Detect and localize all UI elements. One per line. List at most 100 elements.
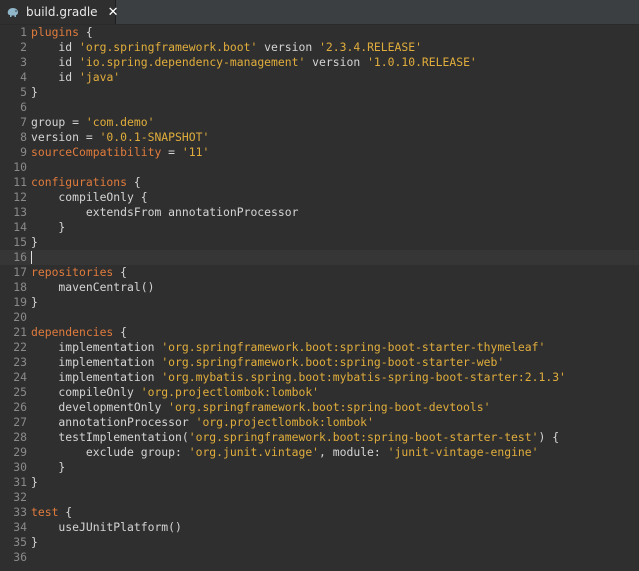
line-number: 15	[13, 235, 27, 249]
string-token: 'org.springframework.boot'	[79, 40, 258, 54]
line-number: 1	[20, 25, 27, 39]
code-line[interactable]: 28 testImplementation('org.springframewo…	[0, 430, 639, 445]
line-number: 14	[13, 220, 27, 234]
code-line[interactable]: 32	[0, 490, 639, 505]
keyword-token: dependencies	[31, 325, 114, 339]
line-number: 33	[13, 505, 27, 519]
code-text: version = '0.0.1-SNAPSHOT'	[31, 130, 209, 144]
code-line[interactable]: 10	[0, 160, 639, 175]
code-text: testImplementation('org.springframework.…	[31, 430, 559, 444]
code-token: id	[31, 55, 80, 69]
string-token: 'org.springframework.boot:spring-boot-st…	[161, 340, 546, 354]
line-number: 2	[20, 40, 27, 54]
string-token: 'java'	[79, 70, 121, 84]
code-token: {	[79, 25, 93, 39]
code-token: =	[161, 145, 182, 159]
line-number: 20	[13, 310, 27, 324]
code-token: {	[58, 505, 73, 519]
code-text: compileOnly {	[31, 190, 148, 204]
line-number: 13	[13, 205, 27, 219]
code-token: }	[31, 475, 38, 489]
code-line[interactable]: 29 exclude group: 'org.junit.vintage', m…	[0, 445, 639, 460]
code-line[interactable]: 30 }	[0, 460, 639, 475]
line-number: 10	[13, 160, 27, 174]
keyword-token: repositories	[31, 265, 114, 279]
string-token: 'org.springframework.boot:spring-boot-de…	[168, 400, 491, 414]
close-icon[interactable]: ✕	[108, 5, 119, 20]
code-token: id	[31, 40, 80, 54]
code-text: implementation 'org.springframework.boot…	[31, 355, 504, 369]
code-line[interactable]: 21 dependencies {	[0, 325, 639, 340]
code-line[interactable]: 27 annotationProcessor 'org.projectlombo…	[0, 415, 639, 430]
code-line[interactable]: 15}	[0, 235, 639, 250]
code-text: }	[31, 475, 38, 489]
code-token: }	[31, 235, 38, 249]
code-token: }	[31, 85, 38, 99]
code-line[interactable]: 25 compileOnly 'org.projectlombok:lombok…	[0, 385, 639, 400]
code-token: compileOnly {	[31, 190, 148, 204]
code-line[interactable]: 19}	[0, 295, 639, 310]
code-text: annotationProcessor 'org.projectlombok:l…	[31, 415, 373, 429]
code-token: version =	[31, 130, 100, 144]
code-text: id 'io.spring.dependency-management' ver…	[31, 55, 476, 69]
line-number: 28	[13, 430, 27, 444]
code-line[interactable]: 35}	[0, 535, 639, 550]
line-number: 5	[20, 85, 27, 99]
keyword-token: configurations	[31, 175, 128, 189]
code-line[interactable]: 3 id 'io.spring.dependency-management' v…	[0, 55, 639, 70]
code-line[interactable]: 23 implementation 'org.springframework.b…	[0, 355, 639, 370]
code-line[interactable]: 9 sourceCompatibility = '11'	[0, 145, 639, 160]
code-editor[interactable]: 1 plugins {2 id 'org.springframework.boot…	[0, 25, 639, 571]
code-line[interactable]: 14 }	[0, 220, 639, 235]
code-line[interactable]: 2 id 'org.springframework.boot' version …	[0, 40, 639, 55]
code-text: id 'org.springframework.boot' version '2…	[31, 40, 422, 54]
code-line[interactable]: 13 extendsFrom annotationProcessor	[0, 205, 639, 220]
code-line[interactable]: 6	[0, 100, 639, 115]
code-line[interactable]: 22 implementation 'org.springframework.b…	[0, 340, 639, 355]
line-number: 6	[20, 100, 27, 114]
code-line[interactable]: 20	[0, 310, 639, 325]
string-token: 'org.springframework.boot:spring-boot-st…	[188, 430, 539, 444]
code-token: exclude group:	[31, 445, 189, 459]
line-number: 8	[20, 130, 27, 144]
tab-title: build.gradle	[26, 5, 98, 19]
code-text: exclude group: 'org.junit.vintage', modu…	[31, 445, 539, 459]
line-number: 35	[13, 535, 27, 549]
code-line[interactable]: 26 developmentOnly 'org.springframework.…	[0, 400, 639, 415]
code-line[interactable]: 24 implementation 'org.mybatis.spring.bo…	[0, 370, 639, 385]
line-number: 16	[13, 250, 27, 264]
code-line[interactable]: 31}	[0, 475, 639, 490]
gradle-elephant-icon	[6, 5, 20, 19]
tab-build-gradle[interactable]: build.gradle ✕	[0, 0, 119, 24]
code-token: developmentOnly	[31, 400, 169, 414]
code-token: mavenCentral()	[31, 280, 155, 294]
code-token: version	[305, 55, 368, 69]
code-line[interactable]: 5}	[0, 85, 639, 100]
line-number: 12	[13, 190, 27, 204]
line-number: 21	[13, 325, 27, 339]
code-text: compileOnly 'org.projectlombok:lombok'	[31, 385, 319, 399]
line-number: 4	[20, 70, 27, 84]
code-line[interactable]: 34 useJUnitPlatform()	[0, 520, 639, 535]
code-line[interactable]: 4 id 'java'	[0, 70, 639, 85]
code-line[interactable]: 7 group = 'com.demo'	[0, 115, 639, 130]
code-text: useJUnitPlatform()	[31, 520, 181, 534]
code-token: implementation	[31, 340, 162, 354]
code-line[interactable]: 36	[0, 550, 639, 565]
code-line[interactable]: 17 repositories {	[0, 265, 639, 280]
code-line[interactable]: 11 configurations {	[0, 175, 639, 190]
code-line[interactable]: 8 version = '0.0.1-SNAPSHOT'	[0, 130, 639, 145]
code-line[interactable]: 16	[0, 250, 639, 265]
code-line[interactable]: 33 test {	[0, 505, 639, 520]
code-line[interactable]: 18 mavenCentral()	[0, 280, 639, 295]
line-number: 27	[13, 415, 27, 429]
code-text: extendsFrom annotationProcessor	[31, 205, 299, 219]
string-token: 'org.mybatis.spring.boot:mybatis-spring-…	[161, 370, 566, 384]
code-line[interactable]: 1 plugins {	[0, 25, 639, 40]
code-text: }	[31, 295, 38, 309]
code-text: group = 'com.demo'	[31, 115, 154, 129]
code-token: extendsFrom annotationProcessor	[31, 205, 299, 219]
code-line[interactable]: 12 compileOnly {	[0, 190, 639, 205]
keyword-token: sourceCompatibility	[31, 145, 162, 159]
code-text	[31, 250, 32, 264]
